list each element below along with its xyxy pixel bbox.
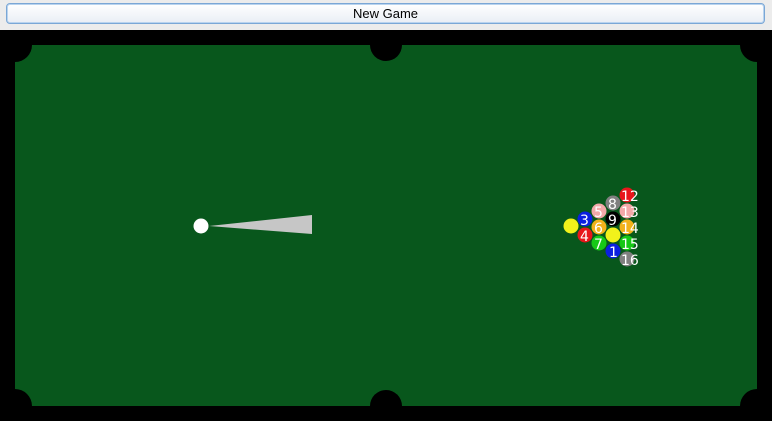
ball-number-label: 8 xyxy=(608,197,617,213)
ball-number-label: 15 xyxy=(621,237,639,253)
cue-ball[interactable] xyxy=(193,218,209,234)
ball-number-label: 13 xyxy=(621,205,639,221)
ball-10 xyxy=(563,218,579,234)
ball-number-label: 5 xyxy=(594,205,603,221)
ball-number-label: 16 xyxy=(621,253,639,269)
pool-table[interactable]: 12 34567 89 1 13141516 xyxy=(0,30,772,421)
ball-number-label: 14 xyxy=(621,221,639,237)
toolbar: New Game xyxy=(0,0,772,30)
pocket-bottom-middle xyxy=(370,390,402,421)
ball-number-label: 12 xyxy=(621,189,639,205)
ball-number-label: 7 xyxy=(594,237,603,253)
new-game-button[interactable]: New Game xyxy=(6,3,765,24)
ball-number-label: 4 xyxy=(580,229,589,245)
table-felt xyxy=(15,45,757,406)
ball-number-label: 3 xyxy=(580,213,589,229)
ball-number-label: 1 xyxy=(609,245,618,261)
ball-10 xyxy=(605,227,621,243)
pocket-top-middle xyxy=(370,30,402,61)
ball-number-label: 9 xyxy=(608,213,617,229)
ball-number-label: 6 xyxy=(594,221,603,237)
